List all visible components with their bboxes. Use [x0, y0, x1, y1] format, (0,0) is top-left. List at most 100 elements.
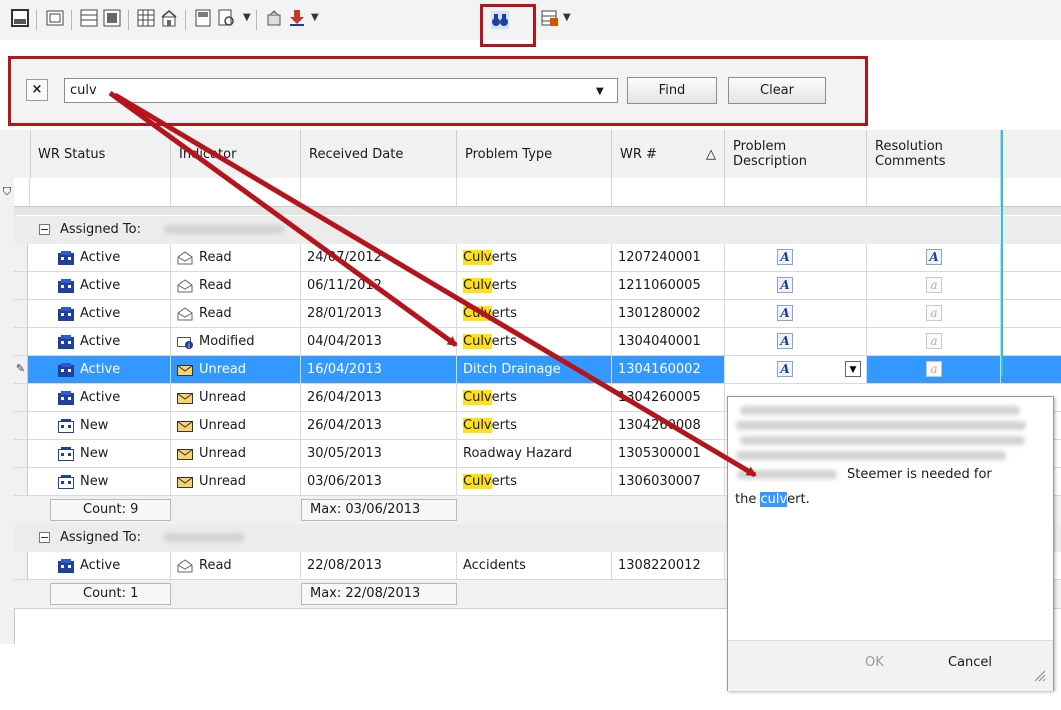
resolution-note-icon[interactable]: a	[926, 361, 942, 377]
description-note-icon[interactable]: A	[777, 333, 793, 349]
problem-type: erts	[491, 278, 517, 293]
split-right-icon[interactable]	[103, 9, 121, 27]
chevron-down-icon[interactable]: ▼	[845, 361, 861, 377]
table-row[interactable]: Active Read 28/01/2013 Culv erts 1301280002 Aa	[14, 300, 1061, 328]
resolution-note-icon[interactable]: a	[926, 305, 942, 321]
table-row[interactable]: Active i Modified 04/04/2013 Culv erts 1304040…	[14, 328, 1061, 356]
group-label: Assigned To:	[60, 530, 141, 545]
indicator: Unread	[199, 446, 247, 461]
wr-status: Active	[80, 306, 121, 321]
row-selector[interactable]	[14, 412, 28, 440]
chevron-down-icon[interactable]: ▼	[563, 12, 571, 23]
ok-button[interactable]: OK	[865, 655, 884, 670]
description-note-icon[interactable]: A	[777, 305, 793, 321]
search-match-highlight: Culv	[463, 250, 492, 265]
problem-type: Roadway Hazard	[463, 446, 572, 461]
group-row[interactable]: − Assigned To:	[14, 216, 1061, 245]
row-selector[interactable]	[14, 328, 28, 356]
row-selector-column	[0, 130, 15, 644]
form-view-icon[interactable]	[46, 9, 64, 27]
unread-envelope-icon	[177, 364, 193, 376]
row-selector[interactable]	[14, 552, 28, 580]
received-date: 22/08/2013	[307, 558, 382, 573]
download-icon[interactable]	[288, 9, 306, 27]
search-match-highlight: Culv	[463, 278, 492, 293]
search-input[interactable]	[64, 78, 618, 103]
report-icon[interactable]	[194, 9, 212, 27]
search-input-value[interactable]: culv	[70, 83, 97, 98]
description-note-icon[interactable]: A	[777, 249, 793, 265]
cancel-button[interactable]: Cancel	[948, 655, 992, 670]
chevron-down-icon[interactable]: ▼	[596, 86, 604, 97]
column-header-wr-status[interactable]: WR Status	[30, 130, 171, 178]
organization-icon[interactable]	[160, 9, 178, 27]
column-chooser-icon[interactable]	[541, 9, 559, 27]
collapse-toggle-icon[interactable]: −	[39, 532, 50, 543]
wr-status: New	[80, 418, 109, 433]
column-header-resolution-comments[interactable]: Resolution Comments	[867, 130, 1001, 178]
wr-number: 1207240001	[618, 250, 701, 265]
wr-number: 1306030007	[618, 474, 701, 489]
new-status-icon	[58, 446, 74, 461]
toolbar-highlight-annotation	[480, 4, 536, 47]
popup-description-text[interactable]: Steemer is needed for the culvert.	[735, 462, 1035, 512]
active-status-icon	[58, 250, 74, 265]
sort-ascending-icon: △	[706, 146, 716, 162]
group-label: Assigned To:	[60, 222, 141, 237]
collapse-toggle-icon[interactable]: −	[39, 224, 50, 235]
row-selector[interactable]	[14, 272, 28, 300]
group-icon[interactable]	[137, 9, 155, 27]
active-status-icon	[58, 558, 74, 573]
popup-text-line2: the culvert.	[735, 492, 810, 507]
column-header-indicator[interactable]: Indicator	[171, 130, 301, 178]
split-left-icon[interactable]	[80, 9, 98, 27]
active-status-icon	[58, 306, 74, 321]
wr-status: New	[80, 446, 109, 461]
table-row[interactable]: Active Read 24/07/2012 Culv erts 1207240001 A A	[14, 244, 1061, 272]
assign-icon[interactable]	[265, 9, 283, 27]
row-selector[interactable]	[14, 440, 28, 468]
received-date: 06/11/2012	[307, 278, 382, 293]
problem-type: erts	[491, 390, 517, 405]
close-find-button[interactable]: ×	[26, 79, 48, 101]
wr-number: 1308220012	[618, 558, 701, 573]
wr-status: Active	[80, 362, 121, 377]
description-note-icon[interactable]: A	[777, 361, 793, 377]
indicator: Unread	[199, 474, 247, 489]
row-selector[interactable]	[14, 244, 28, 272]
resolution-note-icon[interactable]: A	[926, 249, 942, 265]
row-selector[interactable]	[14, 384, 28, 412]
row-selector[interactable]	[14, 468, 28, 496]
row-selector[interactable]: ✎	[14, 356, 28, 384]
search-match-highlight: Culv	[463, 334, 492, 349]
resolution-note-icon[interactable]: a	[926, 333, 942, 349]
wr-number: 1304040001	[618, 334, 701, 349]
wr-status: New	[80, 474, 109, 489]
grid-header: WR Status Indicator Received Date Proble…	[14, 130, 1061, 179]
filter-funnel-icon[interactable]: ⛉	[0, 180, 14, 204]
wr-number: 1304260005	[618, 390, 701, 405]
single-layout-icon[interactable]	[11, 9, 29, 27]
column-header-problem-type[interactable]: Problem Type	[457, 130, 612, 178]
problem-type: erts	[491, 474, 517, 489]
column-header-received-date[interactable]: Received Date	[301, 130, 457, 178]
row-selector[interactable]	[14, 300, 28, 328]
search-match-highlight: Culv	[463, 390, 492, 405]
clear-button[interactable]: Clear	[728, 77, 826, 104]
print-preview-icon[interactable]	[217, 9, 235, 27]
column-header-wr-number[interactable]: WR # △	[612, 130, 725, 178]
chevron-down-icon[interactable]: ▼	[311, 12, 319, 23]
wr-number: 1305300001	[618, 446, 701, 461]
resize-grip-icon[interactable]	[1032, 668, 1046, 682]
resolution-note-icon[interactable]: a	[926, 277, 942, 293]
description-note-icon[interactable]: A	[777, 277, 793, 293]
find-button[interactable]: Find	[627, 77, 717, 104]
column-header-problem-description[interactable]: Problem Description	[725, 130, 867, 178]
modified-envelope-icon: i	[177, 336, 193, 349]
table-row[interactable]: Active Read 06/11/2012 Culv erts 1211060005 Aa	[14, 272, 1061, 300]
unread-envelope-icon	[177, 476, 193, 488]
search-match-highlight: Culv	[463, 306, 492, 321]
chevron-down-icon[interactable]: ▼	[243, 12, 251, 23]
filter-row[interactable]	[14, 178, 1061, 207]
table-row[interactable]: ✎ Active Unread 16/04/2013 Ditch Drainage 130…	[14, 356, 1061, 384]
